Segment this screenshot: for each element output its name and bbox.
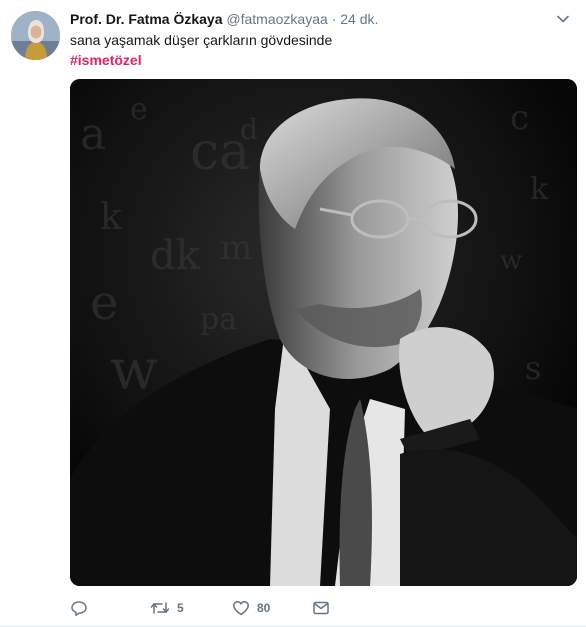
author-handle[interactable]: @fatmaozkayaa — [226, 11, 327, 27]
reply-icon — [71, 601, 87, 617]
tweet-time[interactable]: 24 dk. — [340, 11, 378, 27]
svg-text:c: c — [510, 98, 529, 138]
svg-text:d: d — [240, 113, 258, 146]
svg-text:w: w — [500, 246, 522, 276]
retweet-count: 5 — [177, 601, 184, 615]
svg-text:pa: pa — [200, 302, 237, 337]
tweet-header: Prof. Dr. Fatma Özkaya @fatmaozkayaa · 2… — [70, 10, 378, 28]
author-name[interactable]: Prof. Dr. Fatma Özkaya — [70, 11, 223, 27]
retweet-icon — [150, 602, 170, 614]
svg-text:e: e — [130, 92, 148, 127]
svg-text:a: a — [80, 109, 106, 160]
message-button[interactable] — [312, 598, 330, 618]
svg-text:k: k — [100, 197, 123, 238]
svg-text:s: s — [525, 349, 541, 387]
like-button[interactable]: 80 — [232, 598, 270, 618]
svg-text:k: k — [530, 172, 549, 207]
like-count: 80 — [257, 601, 271, 615]
tweet: Prof. Dr. Fatma Özkaya @fatmaozkayaa · 2… — [0, 0, 586, 627]
separator-dot: · — [331, 11, 337, 27]
svg-text:m: m — [220, 228, 252, 268]
author-avatar[interactable] — [11, 11, 60, 60]
avatar-image — [11, 11, 60, 60]
portrait-image: a e ca k dk e m pa w d s c k w s — [70, 79, 577, 586]
svg-text:dk: dk — [150, 233, 201, 279]
reply-button[interactable] — [70, 598, 88, 618]
retweet-button[interactable]: 5 — [150, 598, 184, 618]
tweet-photo[interactable]: a e ca k dk e m pa w d s c k w s — [70, 79, 577, 586]
svg-text:w: w — [110, 338, 158, 403]
hashtag-link[interactable]: #ismetözel — [70, 51, 142, 69]
envelope-icon — [313, 601, 329, 615]
chevron-down-icon[interactable] — [556, 12, 570, 26]
heart-icon — [233, 600, 249, 616]
tweet-actions: 5 80 — [70, 598, 550, 618]
svg-text:e: e — [90, 275, 118, 331]
tweet-text: sana yaşamak düşer çarkların gövdesinde — [70, 32, 333, 48]
